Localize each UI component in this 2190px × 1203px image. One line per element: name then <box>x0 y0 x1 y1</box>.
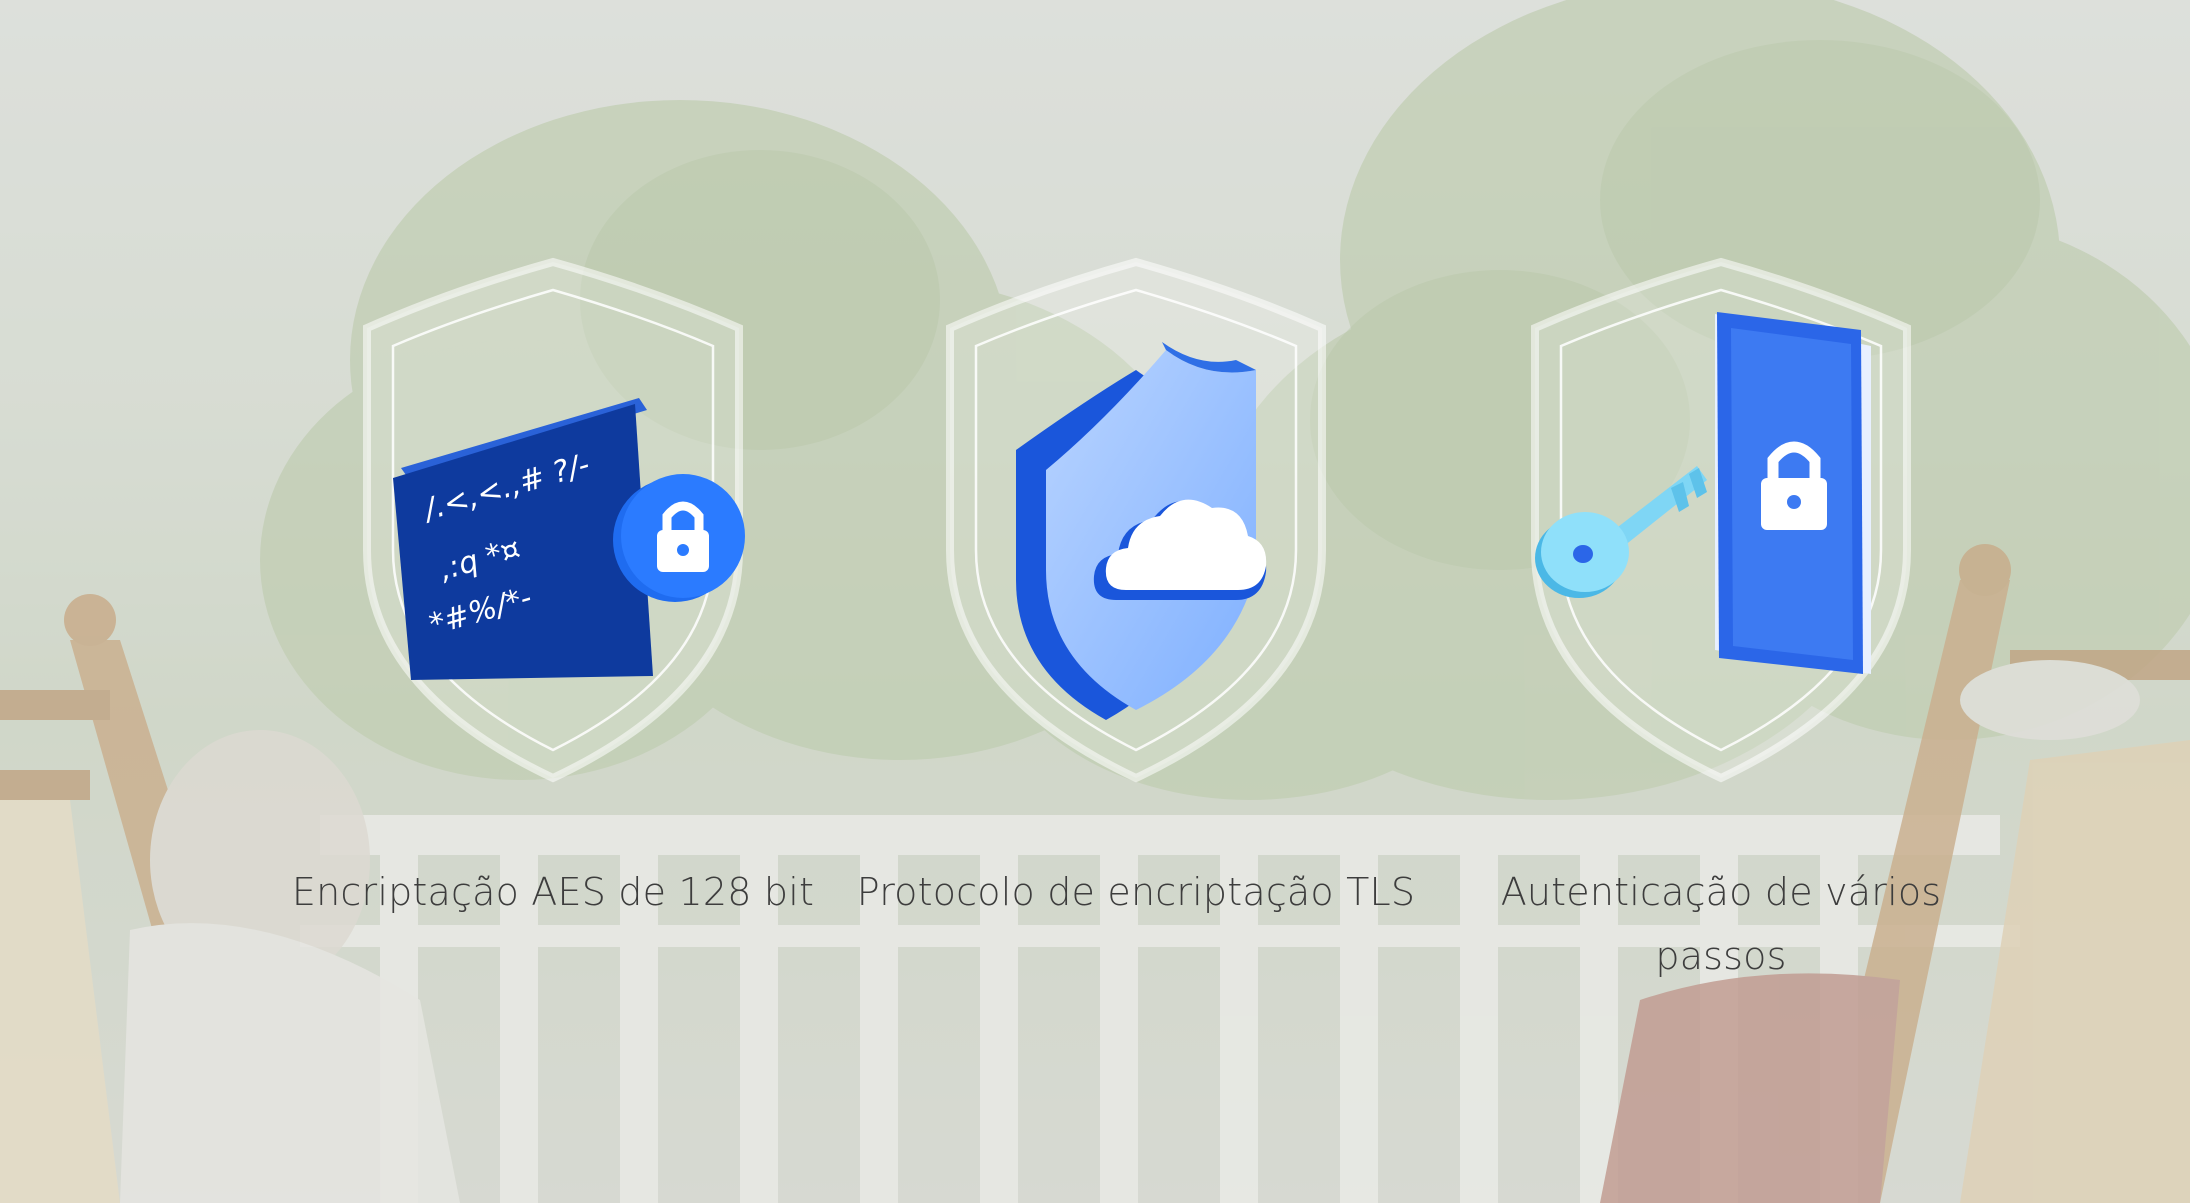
feature-tls-protocol: Protocolo de encriptação TLS <box>856 250 1416 1010</box>
tls-cloud-shield-icon <box>946 257 1326 783</box>
feature-label: Encriptação AES de 128 bit <box>291 870 815 914</box>
aes-encryption-icon: /.<,<.,# ?/- ,:q *¤ *#%/*- <box>363 257 745 783</box>
security-features-banner: /.<,<.,# ?/- ,:q *¤ *#%/*- Encriptação A… <box>0 0 2190 1203</box>
feature-multi-step-auth: Autenticação de vários passos <box>1441 250 2001 1010</box>
feature-aes-encryption: /.<,<.,# ?/- ,:q *¤ *#%/*- Encriptação A… <box>273 250 833 1010</box>
feature-label: Protocolo de encriptação TLS <box>856 870 1416 914</box>
feature-label: Autenticação de vários passos <box>1500 870 1942 978</box>
key-phone-lock-icon <box>1531 257 1911 783</box>
